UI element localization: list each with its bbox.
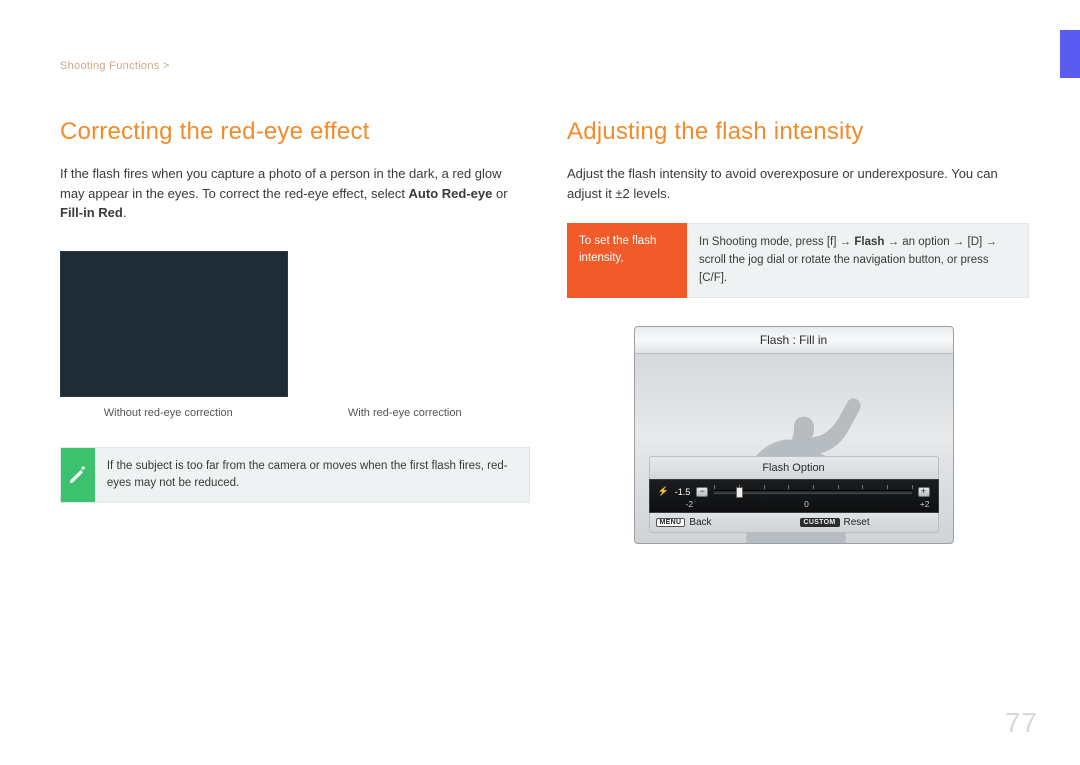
heading-red-eye: Correcting the red-eye effect (60, 118, 513, 146)
intensity-slider-row: ⚡ -1.5 − (649, 479, 939, 513)
breadcrumb: Shooting Functions > (60, 60, 1020, 72)
instruction-label: To set the flash intensity, (567, 223, 687, 298)
instruction-body: In Shooting mode, press [f] → Flash → an… (687, 223, 1029, 298)
slider-scale-labels: -2 0 +2 (658, 499, 930, 509)
back-label: Back (689, 517, 711, 528)
scale-min: -2 (686, 499, 694, 509)
slider-track[interactable] (714, 490, 911, 494)
figure-captions: Without red-eye correction With red-eye … (60, 407, 513, 419)
option-auto-red-eye: Auto Red-eye (409, 186, 493, 201)
page-number: 77 (1005, 707, 1038, 739)
scale-max: +2 (920, 499, 930, 509)
text-span: . (123, 205, 127, 220)
example-images (60, 251, 513, 397)
caption-without: Without red-eye correction (60, 407, 277, 419)
camera-lcd-mockup: Flash : Fill in Flash Option ⚡ -1.5 − (634, 326, 954, 544)
example-image-without-correction (60, 251, 288, 397)
left-column: Correcting the red-eye effect If the fla… (60, 118, 513, 544)
flash-icon: ⚡ (658, 486, 669, 497)
manual-page: Shooting Functions > Correcting the red-… (0, 0, 1080, 765)
section-tab[interactable] (1060, 30, 1080, 78)
heading-flash-intensity: Adjusting the flash intensity (567, 118, 1020, 146)
decrease-button[interactable]: − (696, 487, 708, 497)
back-control[interactable]: MENU Back (650, 513, 794, 532)
flash-option-panel: Flash Option ⚡ -1.5 − (649, 456, 939, 533)
caption-with: With red-eye correction (297, 407, 514, 419)
custom-badge: CUSTOM (800, 518, 840, 527)
instruction-box: To set the flash intensity, In Shooting … (567, 223, 1029, 298)
slider-value: -1.5 (675, 487, 691, 497)
red-eye-description: If the flash fires when you capture a ph… (60, 164, 513, 223)
two-column-layout: Correcting the red-eye effect If the fla… (60, 118, 1020, 544)
right-column: Adjusting the flash intensity Adjust the… (567, 118, 1020, 544)
reset-label: Reset (844, 517, 870, 528)
reset-control[interactable]: CUSTOM Reset (794, 513, 938, 532)
lcd-bottom-bar: MENU Back CUSTOM Reset (649, 513, 939, 533)
lcd-title: Flash : Fill in (635, 327, 953, 354)
note-text: If the subject is too far from the camer… (95, 448, 529, 503)
slider-thumb[interactable] (736, 487, 743, 498)
option-panel-title: Flash Option (649, 456, 939, 479)
pencil-icon (61, 448, 95, 503)
flash-intensity-description: Adjust the flash intensity to avoid over… (567, 164, 1020, 203)
flash-bold: Flash (854, 236, 884, 248)
option-fill-in-red: Fill-in Red (60, 205, 123, 220)
scale-mid: 0 (804, 499, 809, 509)
menu-badge: MENU (656, 518, 686, 527)
text-span: or (496, 186, 508, 201)
increase-button[interactable]: + (918, 487, 930, 497)
note-box: If the subject is too far from the camer… (60, 447, 530, 504)
text-span: In Shooting mode, press [f] → (699, 236, 854, 248)
